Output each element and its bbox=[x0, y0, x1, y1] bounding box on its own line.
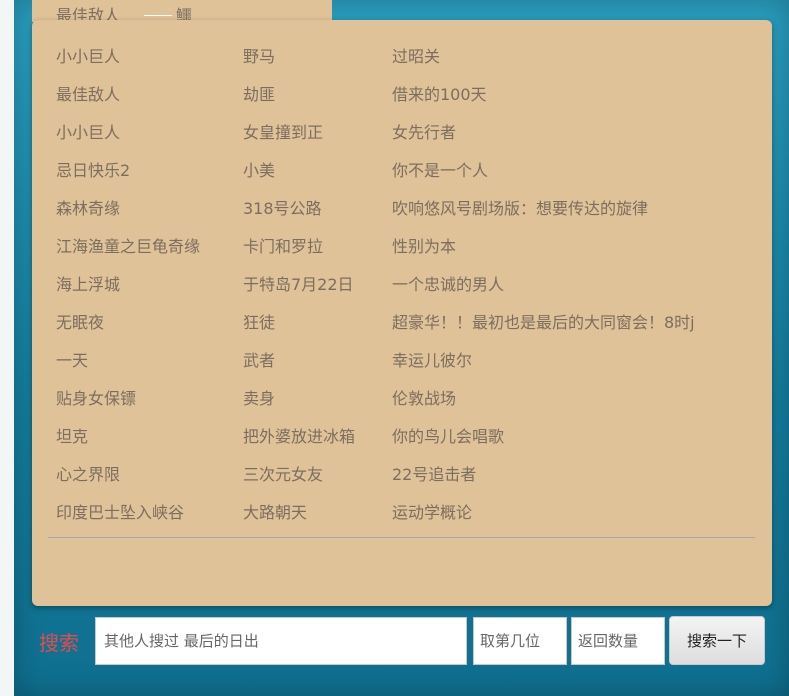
movie-link[interactable]: 印度巴士坠入峡谷 bbox=[56, 499, 184, 523]
movie-link[interactable]: 心之界限 bbox=[56, 461, 120, 485]
movie-link[interactable]: 吹响悠风号剧场版：想要传达的旋律 bbox=[392, 195, 648, 219]
movie-link[interactable]: 海上浮城 bbox=[56, 271, 120, 295]
movie-link[interactable]: 一个忠诚的男人 bbox=[392, 271, 504, 295]
movie-link[interactable]: 过昭关 bbox=[392, 43, 440, 67]
movie-link[interactable]: 无眠夜 bbox=[56, 309, 104, 333]
search-label: 搜索 bbox=[39, 631, 79, 655]
movie-link[interactable]: 性别为本 bbox=[392, 233, 456, 257]
movie-link[interactable]: 伦敦战场 bbox=[392, 385, 456, 409]
movie-link[interactable]: 大路朝天 bbox=[243, 499, 307, 523]
movie-link[interactable]: 把外婆放进冰箱 bbox=[243, 423, 355, 447]
movie-link[interactable]: 劫匪 bbox=[243, 81, 275, 105]
movie-link[interactable]: 女先行者 bbox=[392, 119, 456, 143]
movie-link[interactable]: 22号追击者 bbox=[392, 461, 476, 485]
movie-link[interactable]: 于特岛7月22日 bbox=[243, 271, 354, 295]
movie-link[interactable]: 忌日快乐2 bbox=[56, 157, 130, 181]
count-input[interactable] bbox=[571, 617, 665, 665]
movie-link[interactable]: 卡门和罗拉 bbox=[243, 233, 323, 257]
movie-link[interactable]: 小小巨人 bbox=[56, 43, 120, 67]
movie-link[interactable]: 超豪华！！最初也是最后的大同窗会！8时j bbox=[392, 309, 695, 333]
movie-link[interactable]: 最佳敌人 bbox=[56, 81, 120, 105]
movie-link[interactable]: 武者 bbox=[243, 347, 275, 371]
list-divider bbox=[48, 537, 755, 538]
search-input[interactable] bbox=[95, 617, 467, 665]
movie-link[interactable]: 三次元女友 bbox=[243, 461, 323, 485]
movie-link[interactable]: 坦克 bbox=[56, 423, 88, 447]
movie-link[interactable]: 借来的100天 bbox=[392, 81, 487, 105]
movie-link[interactable]: 野马 bbox=[243, 43, 275, 67]
movie-link[interactable]: 卖身 bbox=[243, 385, 275, 409]
movie-link[interactable]: 贴身女保镖 bbox=[56, 385, 136, 409]
movie-link[interactable]: 小小巨人 bbox=[56, 119, 120, 143]
movie-list: 小小巨人 野马 过昭关 最佳敌人 劫匪 借来的100天 小小巨人 女皇撞到正 女先行者 忌日快乐2… bbox=[0, 0, 789, 560]
movie-link[interactable]: 你不是一个人 bbox=[392, 157, 488, 181]
movie-link[interactable]: 你的鸟儿会唱歌 bbox=[392, 423, 504, 447]
movie-link[interactable]: 运动学概论 bbox=[392, 499, 472, 523]
search-button[interactable]: 搜索一下 bbox=[669, 616, 765, 665]
movie-link[interactable]: 幸运儿彼尔 bbox=[392, 347, 472, 371]
movie-link[interactable]: 318号公路 bbox=[243, 195, 322, 219]
movie-link[interactable]: 森林奇缘 bbox=[56, 195, 120, 219]
position-input[interactable] bbox=[473, 617, 567, 665]
movie-link[interactable]: 一天 bbox=[56, 347, 88, 371]
movie-link[interactable]: 江海渔童之巨龟奇缘 bbox=[56, 233, 200, 257]
movie-link[interactable]: 狂徒 bbox=[243, 309, 275, 333]
movie-link[interactable]: 女皇撞到正 bbox=[243, 119, 323, 143]
movie-link[interactable]: 小美 bbox=[243, 157, 275, 181]
